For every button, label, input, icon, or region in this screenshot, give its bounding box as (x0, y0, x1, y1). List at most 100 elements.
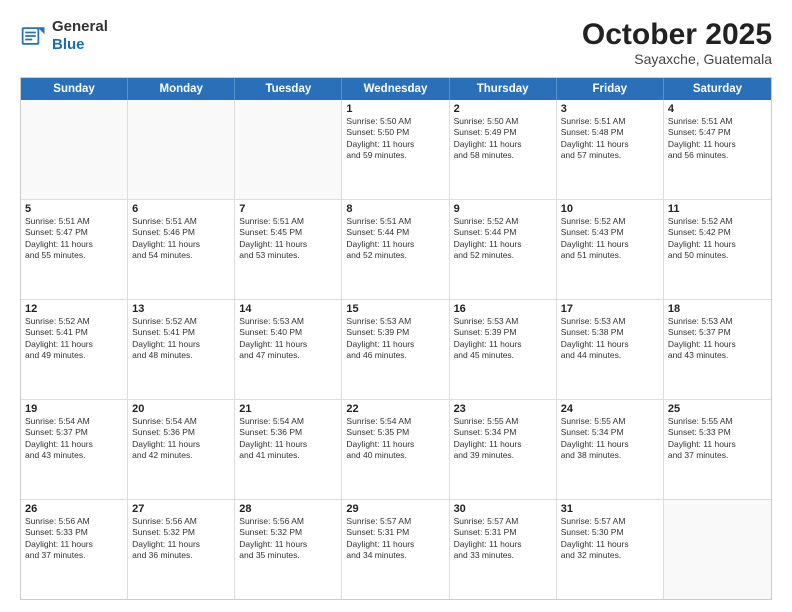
cell-info: Sunrise: 5:54 AM Sunset: 5:36 PM Dayligh… (239, 416, 337, 462)
cell-info: Sunrise: 5:56 AM Sunset: 5:32 PM Dayligh… (132, 516, 230, 562)
location: Sayaxche, Guatemala (582, 51, 772, 67)
cell-info: Sunrise: 5:57 AM Sunset: 5:31 PM Dayligh… (346, 516, 444, 562)
day-number: 3 (561, 103, 659, 115)
cell-info: Sunrise: 5:54 AM Sunset: 5:37 PM Dayligh… (25, 416, 123, 462)
logo-text: General Blue (52, 18, 108, 54)
day-number: 28 (239, 503, 337, 515)
calendar-cell: 8Sunrise: 5:51 AM Sunset: 5:44 PM Daylig… (342, 200, 449, 299)
cell-info: Sunrise: 5:52 AM Sunset: 5:42 PM Dayligh… (668, 216, 767, 262)
cell-info: Sunrise: 5:53 AM Sunset: 5:37 PM Dayligh… (668, 316, 767, 362)
calendar-cell: 10Sunrise: 5:52 AM Sunset: 5:43 PM Dayli… (557, 200, 664, 299)
cell-info: Sunrise: 5:53 AM Sunset: 5:39 PM Dayligh… (346, 316, 444, 362)
cell-info: Sunrise: 5:55 AM Sunset: 5:34 PM Dayligh… (561, 416, 659, 462)
title-block: October 2025 Sayaxche, Guatemala (582, 18, 772, 67)
calendar-cell: 19Sunrise: 5:54 AM Sunset: 5:37 PM Dayli… (21, 400, 128, 499)
logo-blue: Blue (52, 36, 108, 54)
cell-info: Sunrise: 5:52 AM Sunset: 5:43 PM Dayligh… (561, 216, 659, 262)
calendar-cell: 12Sunrise: 5:52 AM Sunset: 5:41 PM Dayli… (21, 300, 128, 399)
calendar-cell (235, 100, 342, 199)
day-number: 7 (239, 203, 337, 215)
day-number: 25 (668, 403, 767, 415)
calendar-cell: 26Sunrise: 5:56 AM Sunset: 5:33 PM Dayli… (21, 500, 128, 599)
calendar-cell: 4Sunrise: 5:51 AM Sunset: 5:47 PM Daylig… (664, 100, 771, 199)
calendar: SundayMondayTuesdayWednesdayThursdayFrid… (20, 77, 772, 600)
cell-info: Sunrise: 5:51 AM Sunset: 5:47 PM Dayligh… (668, 116, 767, 162)
cell-info: Sunrise: 5:52 AM Sunset: 5:44 PM Dayligh… (454, 216, 552, 262)
day-number: 4 (668, 103, 767, 115)
calendar-cell: 28Sunrise: 5:56 AM Sunset: 5:32 PM Dayli… (235, 500, 342, 599)
header: General Blue October 2025 Sayaxche, Guat… (20, 18, 772, 67)
cell-info: Sunrise: 5:50 AM Sunset: 5:50 PM Dayligh… (346, 116, 444, 162)
day-number: 18 (668, 303, 767, 315)
calendar-cell: 14Sunrise: 5:53 AM Sunset: 5:40 PM Dayli… (235, 300, 342, 399)
weekday-header: Saturday (664, 78, 771, 100)
cell-info: Sunrise: 5:53 AM Sunset: 5:40 PM Dayligh… (239, 316, 337, 362)
calendar-cell: 23Sunrise: 5:55 AM Sunset: 5:34 PM Dayli… (450, 400, 557, 499)
cell-info: Sunrise: 5:51 AM Sunset: 5:47 PM Dayligh… (25, 216, 123, 262)
cell-info: Sunrise: 5:56 AM Sunset: 5:33 PM Dayligh… (25, 516, 123, 562)
calendar-cell: 2Sunrise: 5:50 AM Sunset: 5:49 PM Daylig… (450, 100, 557, 199)
calendar-cell: 29Sunrise: 5:57 AM Sunset: 5:31 PM Dayli… (342, 500, 449, 599)
day-number: 12 (25, 303, 123, 315)
calendar-cell (128, 100, 235, 199)
calendar-cell: 16Sunrise: 5:53 AM Sunset: 5:39 PM Dayli… (450, 300, 557, 399)
cell-info: Sunrise: 5:51 AM Sunset: 5:45 PM Dayligh… (239, 216, 337, 262)
month-title: October 2025 (582, 18, 772, 51)
weekday-header: Tuesday (235, 78, 342, 100)
calendar-cell (664, 500, 771, 599)
calendar-row: 5Sunrise: 5:51 AM Sunset: 5:47 PM Daylig… (21, 199, 771, 299)
calendar-page: General Blue October 2025 Sayaxche, Guat… (0, 0, 792, 612)
calendar-cell: 21Sunrise: 5:54 AM Sunset: 5:36 PM Dayli… (235, 400, 342, 499)
day-number: 22 (346, 403, 444, 415)
day-number: 15 (346, 303, 444, 315)
weekday-header: Thursday (450, 78, 557, 100)
cell-info: Sunrise: 5:55 AM Sunset: 5:34 PM Dayligh… (454, 416, 552, 462)
cell-info: Sunrise: 5:57 AM Sunset: 5:30 PM Dayligh… (561, 516, 659, 562)
calendar-cell: 7Sunrise: 5:51 AM Sunset: 5:45 PM Daylig… (235, 200, 342, 299)
cell-info: Sunrise: 5:53 AM Sunset: 5:39 PM Dayligh… (454, 316, 552, 362)
day-number: 21 (239, 403, 337, 415)
calendar-row: 12 Sunrise: 5:52 AM Sunset: 5:41 PM Dayli… (21, 299, 771, 399)
calendar-cell (21, 100, 128, 199)
day-number: 19 (25, 403, 123, 415)
calendar-cell: 25Sunrise: 5:55 AM Sunset: 5:33 PM Dayli… (664, 400, 771, 499)
day-number: 14 (239, 303, 337, 315)
calendar-cell: 15Sunrise: 5:53 AM Sunset: 5:39 PM Dayli… (342, 300, 449, 399)
calendar-cell: 13Sunrise: 5:52 AM Sunset: 5:41 PM Dayli… (128, 300, 235, 399)
calendar-cell: 31Sunrise: 5:57 AM Sunset: 5:30 PM Dayli… (557, 500, 664, 599)
cell-info: Sunrise: 5:50 AM Sunset: 5:49 PM Dayligh… (454, 116, 552, 162)
day-number: 20 (132, 403, 230, 415)
day-number: 29 (346, 503, 444, 515)
day-number: 11 (668, 203, 767, 215)
cell-info: Sunrise: 5:57 AM Sunset: 5:31 PM Dayligh… (454, 516, 552, 562)
calendar-cell: 18Sunrise: 5:53 AM Sunset: 5:37 PM Dayli… (664, 300, 771, 399)
calendar-cell: 5Sunrise: 5:51 AM Sunset: 5:47 PM Daylig… (21, 200, 128, 299)
day-number: 6 (132, 203, 230, 215)
day-number: 23 (454, 403, 552, 415)
calendar-cell: 6Sunrise: 5:51 AM Sunset: 5:46 PM Daylig… (128, 200, 235, 299)
calendar-cell: 22Sunrise: 5:54 AM Sunset: 5:35 PM Dayli… (342, 400, 449, 499)
day-number: 16 (454, 303, 552, 315)
calendar-cell: 9Sunrise: 5:52 AM Sunset: 5:44 PM Daylig… (450, 200, 557, 299)
logo-general: General (52, 18, 108, 36)
calendar-cell: 24Sunrise: 5:55 AM Sunset: 5:34 PM Dayli… (557, 400, 664, 499)
day-number: 8 (346, 203, 444, 215)
weekday-header: Friday (557, 78, 664, 100)
weekday-header: Sunday (21, 78, 128, 100)
day-number: 27 (132, 503, 230, 515)
weekday-header: Wednesday (342, 78, 449, 100)
day-number: 26 (25, 503, 123, 515)
day-number: 31 (561, 503, 659, 515)
cell-info: Sunrise: 5:52 AM Sunset: 5:41 PM Dayligh… (132, 316, 230, 362)
cell-info: Sunrise: 5:55 AM Sunset: 5:33 PM Dayligh… (668, 416, 767, 462)
calendar-row: 1Sunrise: 5:50 AM Sunset: 5:50 PM Daylig… (21, 100, 771, 199)
cell-info: Sunrise: 5:51 AM Sunset: 5:44 PM Dayligh… (346, 216, 444, 262)
calendar-header: SundayMondayTuesdayWednesdayThursdayFrid… (21, 78, 771, 100)
cell-info: Sunrise: 5:51 AM Sunset: 5:48 PM Dayligh… (561, 116, 659, 162)
cell-info: Sunrise: 5:51 AM Sunset: 5:46 PM Dayligh… (132, 216, 230, 262)
cell-info: Sunrise: 5:53 AM Sunset: 5:38 PM Dayligh… (561, 316, 659, 362)
calendar-cell: 20Sunrise: 5:54 AM Sunset: 5:36 PM Dayli… (128, 400, 235, 499)
calendar-row: 26Sunrise: 5:56 AM Sunset: 5:33 PM Dayli… (21, 499, 771, 599)
calendar-cell: 11Sunrise: 5:52 AM Sunset: 5:42 PM Dayli… (664, 200, 771, 299)
weekday-header: Monday (128, 78, 235, 100)
